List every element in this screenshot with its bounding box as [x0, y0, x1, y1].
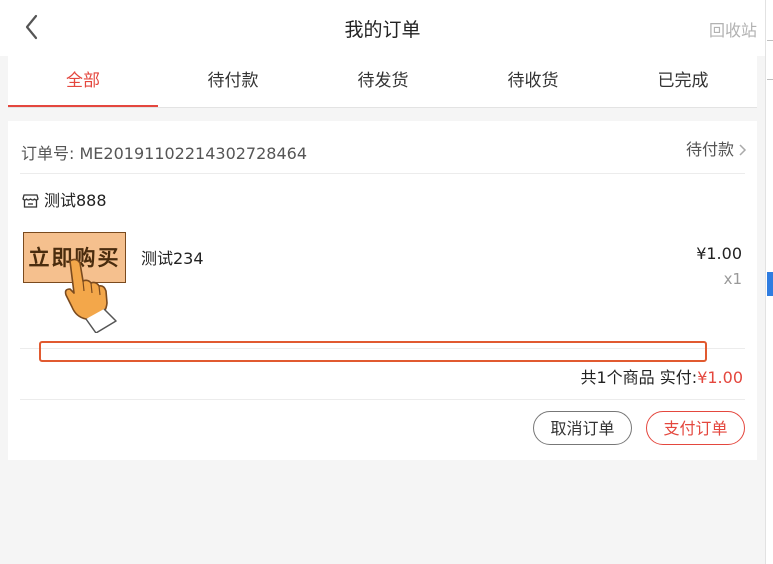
- pay-order-button[interactable]: 支付订单: [646, 411, 745, 445]
- cancel-order-button[interactable]: 取消订单: [533, 411, 632, 445]
- product-quantity: x1: [723, 270, 742, 288]
- order-number: 订单号: ME20191102214302728464: [21, 140, 307, 164]
- order-tabs: 全部 待付款 待发货 待收货 已完成: [8, 56, 757, 108]
- rail-divider: [767, 40, 773, 41]
- highlight-box: [39, 341, 707, 362]
- app-window: 我的订单 回收站 全部 待付款 待发货 待收货 已完成 订单号: ME20191…: [0, 0, 765, 564]
- order-card: 订单号: ME20191102214302728464 待付款 测试888 立即…: [8, 121, 757, 460]
- header-bar: 我的订单 回收站: [0, 0, 765, 56]
- product-name[interactable]: 测试234: [141, 245, 204, 269]
- page-title: 我的订单: [344, 19, 421, 41]
- paid-amount: ¥1.00: [697, 368, 743, 387]
- store-icon: [22, 194, 39, 208]
- pointing-hand-icon: [64, 258, 117, 333]
- recycle-bin-link[interactable]: 回收站: [709, 17, 757, 41]
- scroll-indicator[interactable]: [767, 272, 773, 296]
- tab-pending-payment[interactable]: 待付款: [158, 56, 308, 107]
- shop-name: 测试888: [44, 191, 107, 210]
- order-number-label: 订单号:: [21, 144, 75, 163]
- order-status: 待付款: [685, 140, 734, 159]
- shop-row[interactable]: 测试888: [22, 187, 107, 211]
- tab-pending-shipment[interactable]: 待发货: [308, 56, 458, 107]
- item-count: 共1个商品: [580, 368, 655, 387]
- tab-completed[interactable]: 已完成: [608, 56, 758, 107]
- tab-pending-receipt[interactable]: 待收货: [458, 56, 608, 107]
- divider: [20, 399, 745, 400]
- divider: [20, 173, 745, 174]
- paid-label: 实付:: [659, 368, 698, 387]
- product-price: ¥1.00: [696, 244, 742, 263]
- chevron-right-icon: [739, 144, 747, 156]
- rail-divider: [767, 79, 773, 80]
- order-number-value: ME20191102214302728464: [79, 144, 308, 163]
- order-status-link[interactable]: 待付款: [686, 136, 747, 160]
- order-summary: 共1个商品 实付:¥1.00: [581, 364, 744, 388]
- tab-all[interactable]: 全部: [8, 56, 158, 107]
